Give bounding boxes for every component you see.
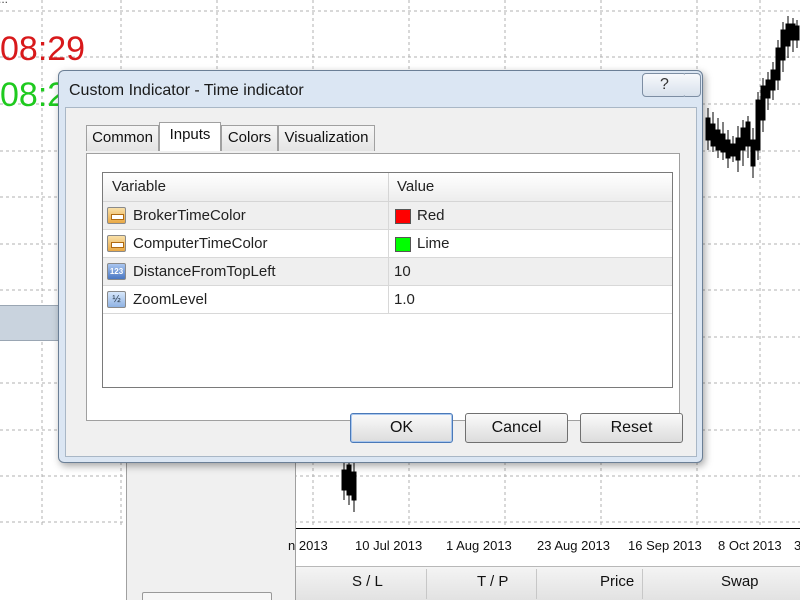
variable-value[interactable]: Lime: [417, 230, 450, 258]
candle-body: [715, 129, 721, 151]
color-swatch[interactable]: [395, 237, 411, 252]
date-tick-label: 16 Sep 2013: [628, 538, 702, 553]
date-axis: n 2013 10 Jul 2013 1 Aug 2013 23 Aug 201…: [288, 528, 800, 562]
cancel-button[interactable]: Cancel: [465, 413, 568, 443]
column-tp[interactable]: T / P: [477, 573, 508, 590]
tab-common[interactable]: Common: [86, 125, 159, 151]
candle-body: [725, 139, 731, 159]
candle-body: [790, 23, 796, 41]
custom-indicator-dialog: Custom Indicator - Time indicator ? Comm…: [58, 70, 703, 463]
candle-body: [705, 117, 711, 141]
navigator-panel-control[interactable]: [142, 592, 272, 600]
candle-body: [794, 25, 800, 41]
color-swatch[interactable]: [395, 209, 411, 224]
help-button[interactable]: ?: [642, 73, 687, 97]
computer-time-label: 08:2: [0, 76, 67, 114]
dialog-client-area: Common Inputs Colors Visualization Varia…: [65, 107, 697, 457]
candle-body: [750, 139, 756, 167]
candle-body: [346, 464, 352, 496]
variable-value[interactable]: 10: [394, 258, 411, 286]
candle-body: [770, 69, 776, 91]
column-price[interactable]: Price: [600, 573, 634, 590]
broker-time-label: 08:29: [0, 30, 86, 68]
dialog-title: Custom Indicator - Time indicator: [69, 82, 304, 99]
variable-name: DistanceFromTopLeft: [133, 263, 276, 280]
date-tick-label: 3: [794, 538, 800, 553]
candle-body: [760, 85, 766, 121]
variable-name: ZoomLevel: [133, 291, 208, 308]
candle-body: [710, 123, 716, 147]
integer-variable-icon: 123: [107, 263, 126, 280]
navigator-panel-header: [0, 305, 58, 341]
reset-button[interactable]: Reset: [580, 413, 683, 443]
candle-body: [351, 471, 357, 501]
terminal-table-header: S / L T / P Price Swap: [296, 566, 800, 600]
chart-title-fragment: ...: [0, 0, 8, 6]
candle-body: [735, 137, 741, 161]
candle-body: [780, 29, 786, 61]
date-tick-label: 1 Aug 2013: [446, 538, 512, 553]
tab-inputs[interactable]: Inputs: [159, 122, 221, 151]
double-variable-icon: ½: [107, 291, 126, 308]
date-tick-label: 10 Jul 2013: [355, 538, 423, 553]
candle-body: [765, 79, 771, 99]
inputs-grid: Variable Value BrokerTimeColor Red Compu…: [102, 172, 673, 388]
candle-body: [730, 143, 736, 157]
input-row-broker-time-color[interactable]: BrokerTimeColor Red: [103, 202, 672, 230]
candle-body: [740, 127, 746, 151]
column-sl[interactable]: S / L: [352, 573, 383, 590]
color-variable-icon: [107, 207, 126, 224]
ok-button[interactable]: OK: [350, 413, 453, 443]
value-column-header[interactable]: Value: [388, 173, 434, 202]
inputs-grid-header: Variable Value: [103, 173, 672, 202]
variable-name: ComputerTimeColor: [133, 235, 268, 252]
navigator-panel: [126, 460, 296, 600]
input-row-computer-time-color[interactable]: ComputerTimeColor Lime: [103, 230, 672, 258]
color-variable-icon: [107, 235, 126, 252]
date-tick-label: 23 Aug 2013: [537, 538, 611, 553]
candle-body: [775, 47, 781, 81]
tab-colors[interactable]: Colors: [221, 125, 278, 151]
candle-body: [785, 23, 791, 47]
variable-value[interactable]: Red: [417, 202, 445, 230]
variable-value[interactable]: 1.0: [394, 286, 415, 314]
candle-body: [755, 99, 761, 151]
date-tick-label: n 2013: [288, 538, 328, 553]
candle-body: [341, 469, 347, 491]
date-tick-label: 8 Oct 2013: [718, 538, 782, 553]
candle-body: [745, 121, 751, 147]
inputs-tab-panel: Variable Value BrokerTimeColor Red Compu…: [86, 153, 680, 421]
variable-column-header[interactable]: Variable: [103, 173, 166, 202]
candle-body: [720, 133, 726, 153]
close-button[interactable]: [685, 73, 701, 97]
variable-name: BrokerTimeColor: [133, 207, 246, 224]
input-row-distance-from-top-left[interactable]: 123 DistanceFromTopLeft 10: [103, 258, 672, 286]
column-swap[interactable]: Swap: [721, 573, 759, 590]
tab-visualization[interactable]: Visualization: [278, 125, 375, 151]
input-row-zoom-level[interactable]: ½ ZoomLevel 1.0: [103, 286, 672, 314]
